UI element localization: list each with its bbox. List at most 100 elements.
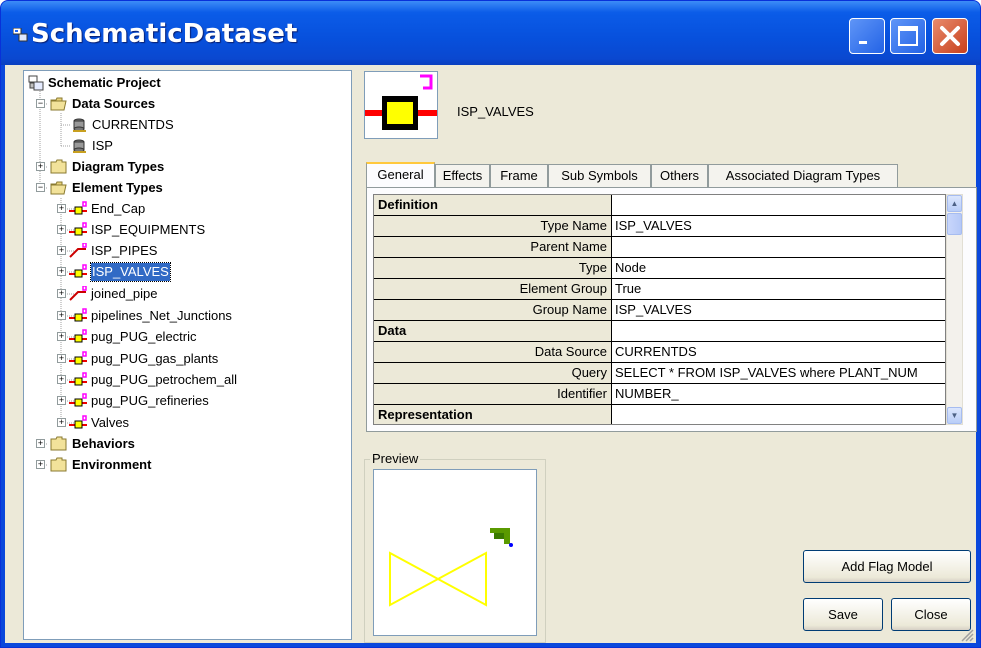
expand-icon[interactable]: +: [57, 396, 66, 405]
resize-grip-icon[interactable]: [960, 628, 974, 642]
database-icon: [73, 118, 86, 132]
maximize-button[interactable]: [890, 18, 926, 54]
tree-item-isp-equipments[interactable]: + ISP_EQUIPMENTS: [57, 221, 347, 239]
tab-general[interactable]: General: [366, 162, 435, 189]
property-key: Query: [374, 363, 612, 383]
minimize-button[interactable]: [849, 18, 885, 54]
category-label: Data: [374, 321, 612, 341]
tree-item-element-types[interactable]: − Element Types: [36, 179, 336, 197]
close-button[interactable]: Close: [891, 598, 971, 631]
grid-row-type[interactable]: Type Node: [374, 258, 945, 279]
expand-icon[interactable]: +: [57, 354, 66, 363]
tab-sub-symbols[interactable]: Sub Symbols: [548, 164, 651, 188]
tree-item-pug-gas-plants[interactable]: + pug_PUG_gas_plants: [57, 350, 347, 368]
grid-row-data-source[interactable]: Data Source CURRENTDS: [374, 342, 945, 363]
tree-label: Data Sources: [72, 96, 156, 111]
grid-row-element-group[interactable]: Element Group True: [374, 279, 945, 300]
property-key: Type: [374, 258, 612, 278]
tab-effects[interactable]: Effects: [435, 164, 490, 188]
folder-icon: [50, 159, 67, 174]
property-grid[interactable]: Definition Type Name ISP_VALVES Parent N…: [373, 194, 946, 425]
property-value[interactable]: CURRENTDS: [612, 342, 945, 362]
add-flag-model-button[interactable]: Add Flag Model: [803, 550, 971, 583]
expand-icon[interactable]: +: [57, 225, 66, 234]
general-tab-panel: Definition Type Name ISP_VALVES Parent N…: [366, 187, 977, 432]
tree-item-joined-pipe[interactable]: + joined_pipe: [57, 285, 347, 303]
grid-category-data[interactable]: Data: [374, 321, 945, 342]
property-value[interactable]: ISP_VALVES: [612, 216, 945, 236]
tree-label: Element Types: [72, 180, 163, 195]
tree-item-end-cap[interactable]: + End_Cap: [57, 200, 347, 218]
expand-icon[interactable]: +: [57, 204, 66, 213]
tree-label: Behaviors: [72, 436, 135, 451]
expand-icon[interactable]: +: [36, 162, 45, 171]
tree-item-environment[interactable]: + Environment: [36, 456, 336, 474]
grid-row-parent-name[interactable]: Parent Name: [374, 237, 945, 258]
property-key: Data Source: [374, 342, 612, 362]
tree-item-valves[interactable]: + Valves: [57, 414, 347, 432]
save-button[interactable]: Save: [803, 598, 883, 631]
property-value[interactable]: True: [612, 279, 945, 299]
collapse-icon[interactable]: −: [36, 183, 45, 192]
schematic-project-tree[interactable]: Schematic Project − Data Sources CURRENT…: [23, 70, 352, 640]
tree-item-isp-pipes[interactable]: + ISP_PIPES: [57, 242, 347, 260]
grid-row-type-name[interactable]: Type Name ISP_VALVES: [374, 216, 945, 237]
tree-label: pipelines_Net_Junctions: [91, 308, 232, 323]
tree-item-pug-refineries[interactable]: + pug_PUG_refineries: [57, 392, 347, 410]
symbol-icon-box[interactable]: [364, 71, 438, 139]
tree-item-isp[interactable]: ISP: [72, 137, 322, 155]
tree-item-schematic-project[interactable]: Schematic Project: [28, 74, 328, 92]
tree-item-data-sources[interactable]: − Data Sources: [36, 95, 336, 113]
node-element-icon: [69, 264, 87, 278]
tab-frame[interactable]: Frame: [490, 164, 548, 188]
grid-row-group-name[interactable]: Group Name ISP_VALVES: [374, 300, 945, 321]
property-grid-scrollbar[interactable]: ▲ ▼: [946, 194, 963, 425]
scroll-thumb[interactable]: [947, 213, 962, 235]
node-element-icon: [69, 329, 87, 343]
property-value[interactable]: [612, 237, 945, 257]
expand-icon[interactable]: +: [57, 311, 66, 320]
scroll-up-button[interactable]: ▲: [947, 195, 962, 212]
tree-label: ISP_EQUIPMENTS: [91, 222, 206, 237]
property-value[interactable]: ISP_VALVES: [612, 300, 945, 320]
tab-others[interactable]: Others: [651, 164, 708, 188]
preview-label: Preview: [370, 451, 421, 466]
chevron-up-icon: ▲: [950, 199, 959, 208]
tree-item-diagram-types[interactable]: + Diagram Types: [36, 158, 336, 176]
expand-icon[interactable]: +: [57, 418, 66, 427]
tab-associated-diagram-types[interactable]: Associated Diagram Types: [708, 164, 898, 188]
expand-icon[interactable]: +: [57, 375, 66, 384]
node-element-icon: [69, 222, 87, 236]
title-bar[interactable]: SchematicDataset: [1, 1, 980, 65]
node-element-icon: [69, 351, 87, 365]
property-key: Identifier: [374, 384, 612, 404]
tree-item-pug-petrochem-all[interactable]: + pug_PUG_petrochem_all: [57, 371, 347, 389]
collapse-icon[interactable]: −: [36, 99, 45, 108]
tree-label: Schematic Project: [48, 75, 161, 90]
tree-label: pug_PUG_gas_plants: [91, 351, 219, 366]
tree-label: joined_pipe: [91, 286, 158, 301]
tree-item-behaviors[interactable]: + Behaviors: [36, 435, 336, 453]
folder-icon: [50, 457, 67, 472]
expand-icon[interactable]: +: [36, 439, 45, 448]
tree-item-pipelines-net-junctions[interactable]: + pipelines_Net_Junctions: [57, 307, 347, 325]
property-key: Parent Name: [374, 237, 612, 257]
expand-icon[interactable]: +: [36, 460, 45, 469]
grid-row-query[interactable]: Query SELECT * FROM ISP_VALVES where PLA…: [374, 363, 945, 384]
expand-icon[interactable]: +: [57, 246, 66, 255]
tree-item-currentds[interactable]: CURRENTDS: [72, 116, 322, 134]
tree-item-isp-valves[interactable]: + ISP_VALVES: [57, 262, 347, 282]
property-value[interactable]: Node: [612, 258, 945, 278]
grid-category-representation[interactable]: Representation: [374, 405, 945, 424]
property-value[interactable]: NUMBER_: [612, 384, 945, 404]
property-value[interactable]: SELECT * FROM ISP_VALVES where PLANT_NUM: [612, 363, 945, 383]
expand-icon[interactable]: +: [57, 289, 66, 298]
close-window-button[interactable]: [932, 18, 968, 54]
expand-icon[interactable]: +: [57, 267, 66, 276]
expand-icon[interactable]: +: [57, 332, 66, 341]
grid-row-identifier[interactable]: Identifier NUMBER_: [374, 384, 945, 405]
scroll-down-button[interactable]: ▼: [947, 407, 962, 424]
tree-label: ISP: [92, 138, 113, 153]
tree-item-pug-electric[interactable]: + pug_PUG_electric: [57, 328, 347, 346]
grid-category-definition[interactable]: Definition: [374, 195, 945, 216]
